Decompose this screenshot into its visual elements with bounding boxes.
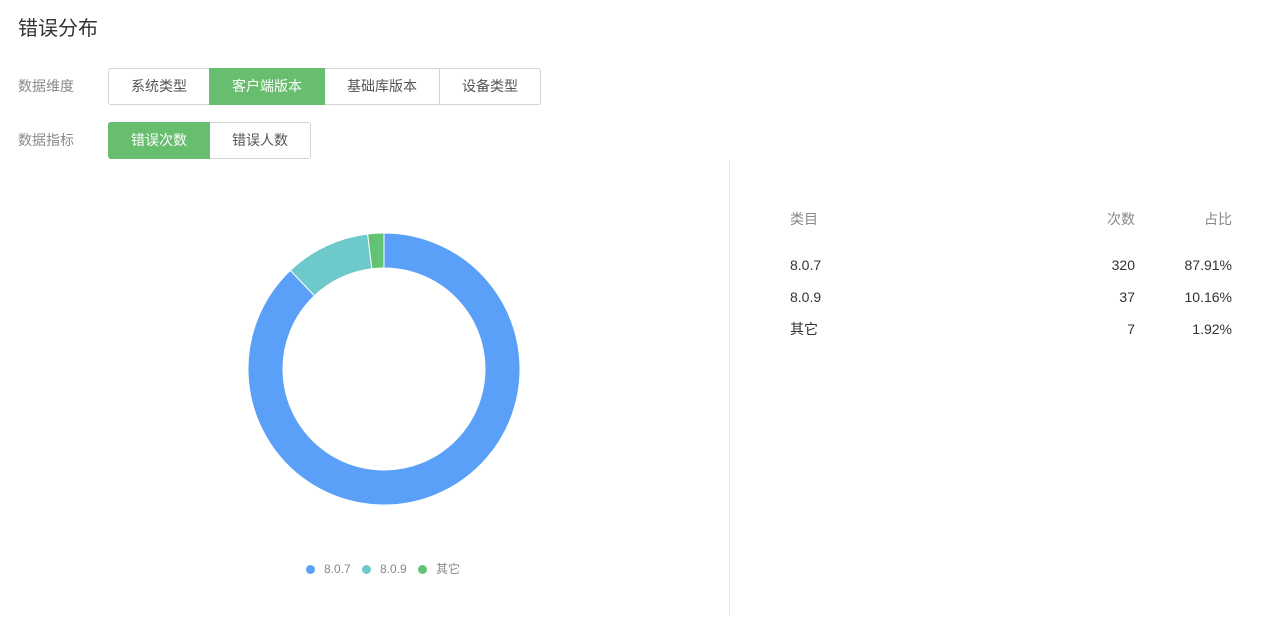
dimension-option-device-type[interactable]: 设备类型 — [439, 68, 541, 105]
table-cell-category: 8.0.7 — [790, 257, 822, 273]
donut-chart — [247, 232, 521, 506]
dimension-option-system-type[interactable]: 系统类型 — [108, 68, 210, 105]
metric-filter-label: 数据指标 — [18, 132, 74, 148]
table-cell-ratio: 87.91% — [1184, 257, 1232, 273]
table-row: 8.0.7 320 87.91% — [790, 249, 1232, 281]
table-cell-category: 其它 — [790, 321, 818, 337]
table-cell-count: 7 — [1127, 321, 1135, 337]
legend-swatch — [418, 564, 427, 574]
metric-segmented-control: 错误次数 错误人数 — [108, 122, 311, 159]
donut-slice-1[interactable] — [247, 232, 521, 506]
distribution-table: 类目 次数 占比 8.0.7 320 87.91% 8.0.9 37 10.16… — [790, 207, 1232, 345]
dimension-option-client-version[interactable]: 客户端版本 — [209, 68, 325, 105]
table-cell-ratio: 10.16% — [1184, 289, 1232, 305]
table-body: 8.0.7 320 87.91% 8.0.9 37 10.16% 其它 7 1.… — [790, 249, 1232, 345]
dimension-filter-label: 数据维度 — [18, 78, 74, 94]
metric-option-error-count[interactable]: 错误次数 — [108, 122, 210, 159]
error-distribution-panel: 错误分布 数据维度 系统类型 客户端版本 基础库版本 设备类型 数据指标 错误次… — [0, 0, 1268, 621]
table-cell-count: 37 — [1119, 289, 1135, 305]
page-title: 错误分布 — [18, 18, 98, 40]
dimension-option-base-library-version[interactable]: 基础库版本 — [324, 68, 440, 105]
legend-swatch — [362, 564, 371, 574]
table-cell-ratio: 1.92% — [1192, 321, 1232, 337]
table-row: 8.0.9 37 10.16% — [790, 281, 1232, 313]
table-cell-count: 320 — [1111, 257, 1135, 273]
table-cell-category: 8.0.9 — [790, 289, 822, 305]
legend-item-1[interactable]: 8.0.7 — [306, 561, 351, 577]
legend-label: 8.0.9 — [380, 562, 407, 576]
table-header-ratio: 占比 — [1204, 211, 1232, 227]
legend-swatch — [306, 564, 315, 574]
table-header-row: 类目 次数 占比 — [790, 207, 1232, 231]
table-row: 其它 7 1.92% — [790, 313, 1232, 345]
vertical-divider — [729, 160, 730, 615]
legend-item-2[interactable]: 8.0.9 — [362, 561, 407, 577]
dimension-segmented-control: 系统类型 客户端版本 基础库版本 设备类型 — [108, 68, 541, 105]
table-header-count: 次数 — [1107, 211, 1135, 227]
legend-label: 8.0.7 — [324, 562, 351, 576]
legend-label: 其它 — [436, 562, 461, 576]
legend-item-3[interactable]: 其它 — [418, 561, 460, 577]
table-header-category: 类目 — [790, 211, 818, 227]
metric-option-error-users[interactable]: 错误人数 — [209, 122, 311, 159]
